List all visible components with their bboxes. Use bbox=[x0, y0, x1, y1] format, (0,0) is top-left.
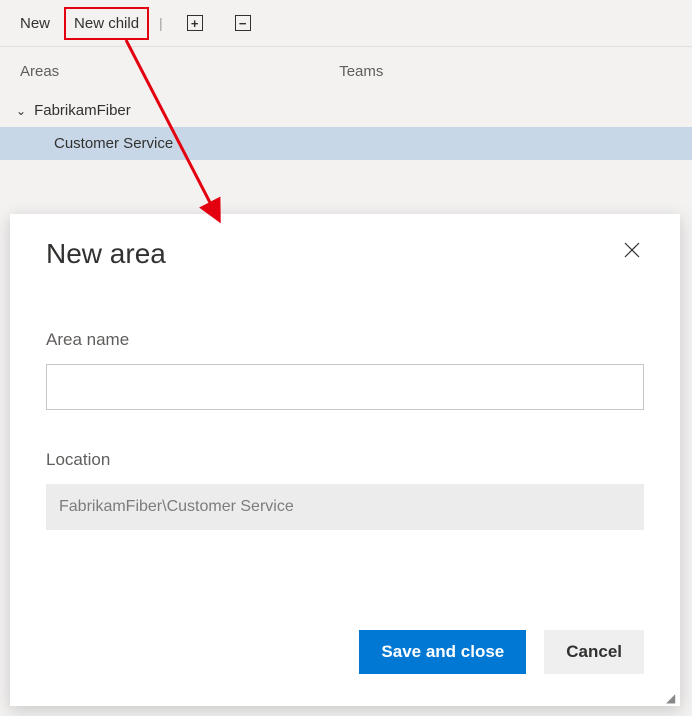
tree-child-row[interactable]: Customer Service bbox=[0, 127, 692, 160]
new-area-dialog: New area Area name Location Save and clo… bbox=[10, 214, 680, 706]
dialog-header: New area bbox=[46, 238, 644, 270]
location-field: Location bbox=[46, 450, 644, 530]
dialog-title: New area bbox=[46, 238, 166, 270]
tree-child-label: Customer Service bbox=[54, 135, 173, 152]
close-icon bbox=[624, 242, 640, 258]
chevron-down-icon: ⌄ bbox=[16, 104, 26, 118]
new-child-button[interactable]: New child bbox=[64, 7, 149, 40]
tab-areas[interactable]: Areas bbox=[20, 63, 59, 80]
area-name-input[interactable] bbox=[46, 364, 644, 410]
cancel-button[interactable]: Cancel bbox=[544, 630, 644, 674]
minus-square-icon: − bbox=[235, 15, 251, 31]
expand-all-button[interactable]: + bbox=[179, 7, 211, 39]
tab-teams[interactable]: Teams bbox=[339, 63, 383, 80]
area-tree: ⌄ FabrikamFiber Customer Service bbox=[0, 90, 692, 164]
area-name-field: Area name bbox=[46, 330, 644, 410]
toolbar: New New child | + − bbox=[0, 0, 692, 46]
close-button[interactable] bbox=[620, 238, 644, 267]
plus-square-icon: + bbox=[187, 15, 203, 31]
tree-root-label: FabrikamFiber bbox=[34, 102, 131, 119]
new-button[interactable]: New bbox=[10, 7, 60, 40]
save-button[interactable]: Save and close bbox=[359, 630, 526, 674]
location-input bbox=[46, 484, 644, 530]
location-label: Location bbox=[46, 450, 644, 470]
area-name-label: Area name bbox=[46, 330, 644, 350]
collapse-all-button[interactable]: − bbox=[227, 7, 259, 39]
dialog-footer: Save and close Cancel bbox=[359, 630, 644, 674]
tabs: Areas Teams bbox=[0, 46, 692, 90]
toolbar-separator: | bbox=[159, 15, 163, 31]
resize-handle-icon[interactable]: ◢ bbox=[666, 692, 678, 704]
tree-root-row[interactable]: ⌄ FabrikamFiber bbox=[0, 94, 692, 127]
